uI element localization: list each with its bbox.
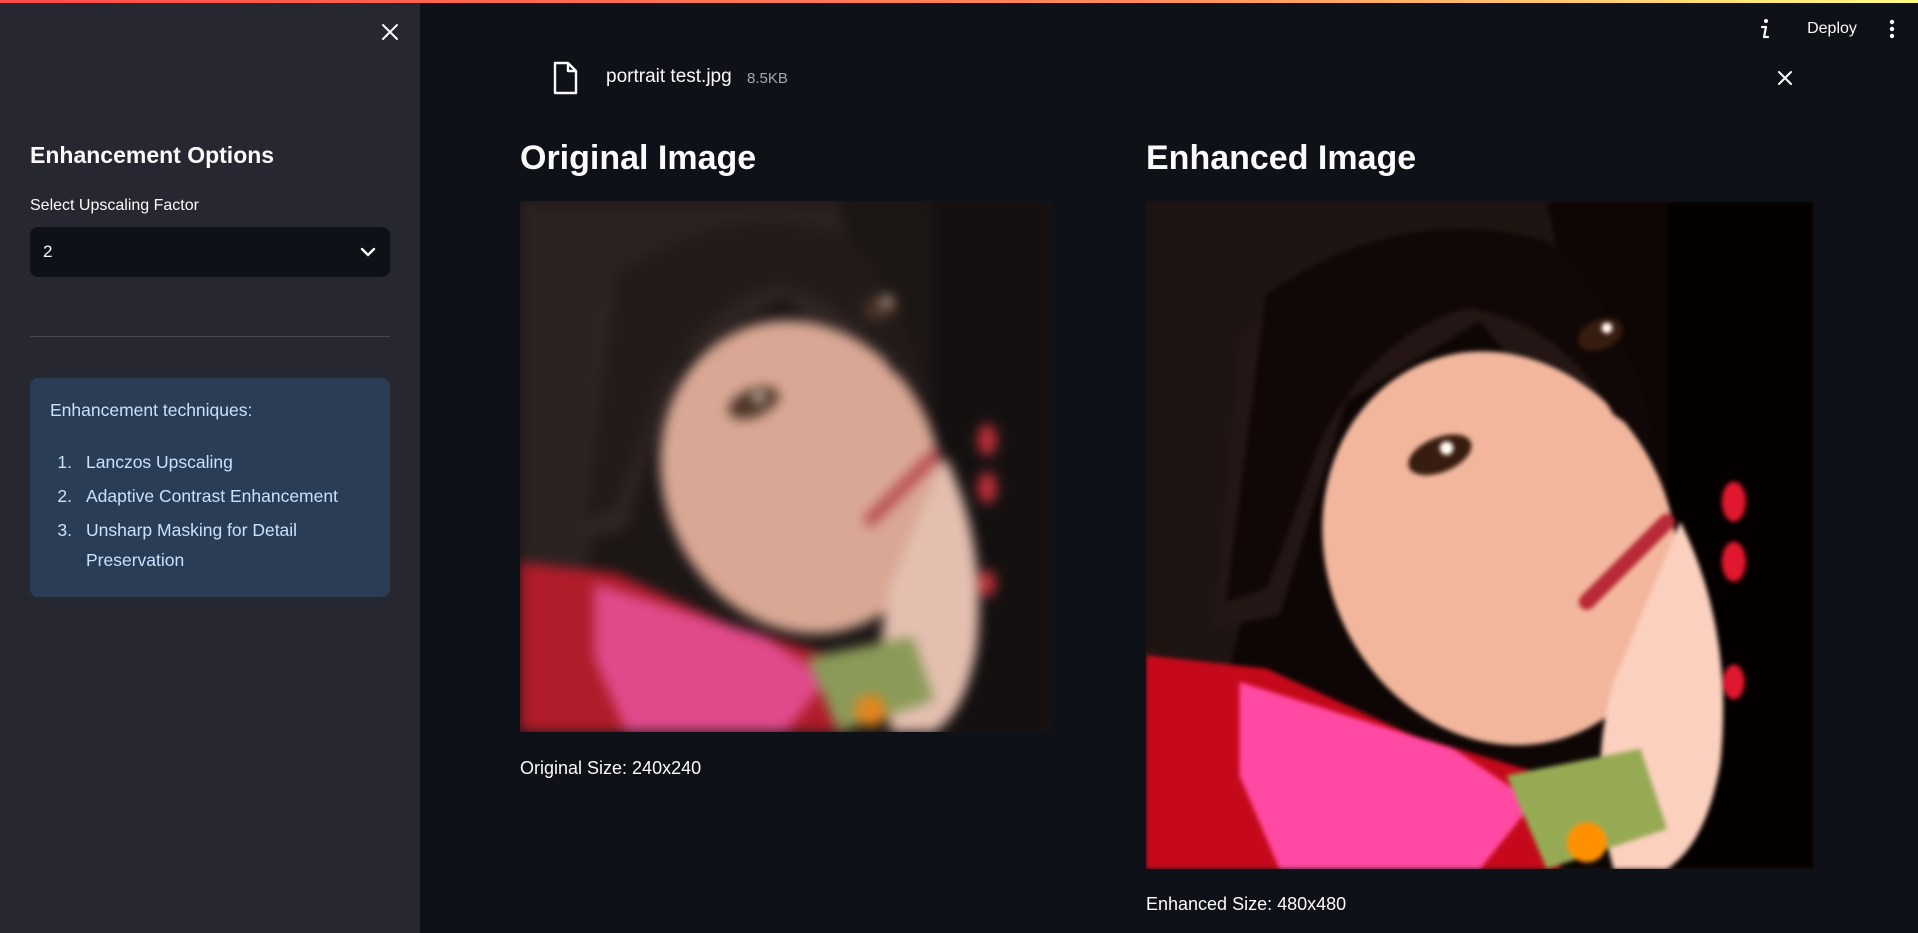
info-icon bbox=[1760, 19, 1770, 39]
list-item: 1. Lanczos Upscaling bbox=[50, 447, 370, 477]
sidebar: Enhancement Options Select Upscaling Fac… bbox=[0, 0, 420, 933]
enhanced-image-title: Enhanced Image bbox=[1146, 139, 1417, 177]
file-size: 8.5KB bbox=[747, 70, 788, 87]
header-decoration bbox=[0, 0, 1918, 3]
sidebar-title: Enhancement Options bbox=[30, 142, 275, 168]
kebab-menu-icon bbox=[1889, 19, 1895, 39]
list-item-text: Adaptive Contrast Enhancement bbox=[86, 486, 338, 506]
techniques-list: 1. Lanczos Upscaling 2. Adaptive Contras… bbox=[50, 447, 370, 575]
list-item-text: Unsharp Masking for Detail Preservation bbox=[86, 520, 298, 570]
close-icon bbox=[382, 24, 398, 40]
sidebar-divider bbox=[30, 336, 390, 337]
enhanced-size-caption: Enhanced Size: 480x480 bbox=[1146, 894, 1347, 914]
original-image-title: Original Image bbox=[520, 139, 757, 177]
about-button[interactable] bbox=[1752, 16, 1778, 42]
techniques-info-box: Enhancement techniques: 1. Lanczos Upsca… bbox=[30, 378, 390, 597]
deploy-button[interactable]: Deploy bbox=[1796, 14, 1868, 44]
sidebar-close-button[interactable] bbox=[376, 18, 404, 46]
uploaded-file-row: portrait test.jpg 8.5KB bbox=[540, 56, 1792, 100]
original-image bbox=[520, 201, 1051, 732]
main-menu-button[interactable] bbox=[1882, 16, 1902, 42]
remove-file-button[interactable] bbox=[1772, 65, 1798, 91]
original-size-caption: Original Size: 240x240 bbox=[520, 758, 702, 778]
file-icon bbox=[553, 61, 578, 95]
upscaling-factor-label: Select Upscaling Factor bbox=[30, 197, 199, 214]
techniques-heading: Enhancement techniques: bbox=[50, 400, 253, 420]
list-item-number: 3. bbox=[57, 520, 72, 540]
file-name: portrait test.jpg bbox=[606, 66, 732, 87]
upscaling-factor-select[interactable]: 2 bbox=[30, 227, 390, 277]
upscaling-factor-value: 2 bbox=[43, 242, 53, 261]
close-icon bbox=[1778, 71, 1792, 85]
list-item: 3. Unsharp Masking for Detail Preservati… bbox=[50, 515, 370, 575]
list-item: 2. Adaptive Contrast Enhancement bbox=[50, 481, 370, 511]
list-item-number: 1. bbox=[57, 452, 72, 472]
chevron-down-icon bbox=[360, 247, 376, 257]
enhanced-image bbox=[1146, 201, 1814, 869]
list-item-text: Lanczos Upscaling bbox=[86, 452, 233, 472]
list-item-number: 2. bbox=[57, 486, 72, 506]
